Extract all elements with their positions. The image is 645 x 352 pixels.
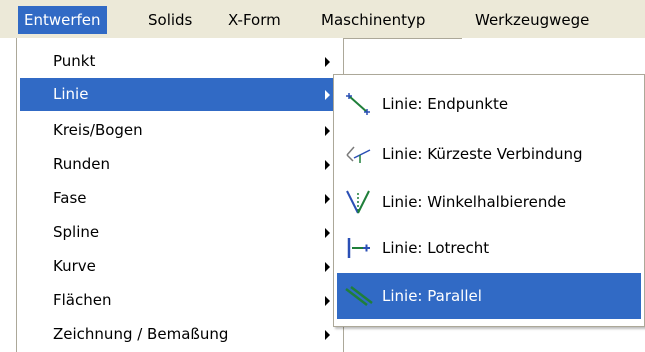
menu-x-form[interactable]: X-Form	[222, 6, 287, 34]
line-perpendicular-icon	[347, 238, 370, 258]
menu-item-label: Fase	[53, 189, 87, 207]
submenu-item-linie-endpunkte[interactable]: Linie: Endpunkte	[337, 81, 641, 127]
submenu-item-label: Linie: Winkelhalbierende	[382, 193, 567, 211]
menu-item-label: Punkt	[53, 52, 96, 70]
submenu-item-linie-parallel[interactable]: Linie: Parallel	[337, 273, 641, 319]
submenu-arrow-icon	[325, 330, 330, 340]
menu-item-kurve[interactable]: Kurve	[20, 250, 340, 283]
menu-item-kreis-bogen[interactable]: Kreis/Bogen	[20, 114, 340, 147]
line-parallel-icon	[345, 286, 373, 306]
line-endpoints-icon	[346, 93, 370, 115]
entwerfen-dropdown: Punkt Linie Kreis/Bogen Runden Fase Spli…	[16, 38, 344, 352]
linie-submenu: Linie: Endpunkte Linie: Kürzeste Verbind…	[333, 74, 645, 327]
menu-item-fase[interactable]: Fase	[20, 182, 340, 215]
menu-item-label: Kreis/Bogen	[53, 121, 143, 139]
menu-item-linie[interactable]: Linie	[20, 78, 340, 111]
submenu-arrow-icon	[325, 296, 330, 306]
submenu-arrow-icon	[325, 126, 330, 136]
menu-item-runden[interactable]: Runden	[20, 148, 340, 181]
submenu-item-label: Linie: Lotrecht	[382, 239, 490, 257]
submenu-arrow-icon	[325, 262, 330, 272]
menu-maschinentyp[interactable]: Maschinentyp	[315, 6, 431, 34]
menu-entwerfen[interactable]: Entwerfen	[18, 6, 107, 34]
line-angle-bisector-icon	[346, 190, 370, 214]
submenu-item-label: Linie: Parallel	[382, 287, 482, 305]
line-shortest-connection-icon	[346, 146, 371, 163]
menu-item-spline[interactable]: Spline	[20, 216, 340, 249]
menu-item-punkt[interactable]: Punkt	[20, 45, 340, 78]
submenu-item-label: Linie: Endpunkte	[382, 95, 509, 113]
menu-item-flaechen[interactable]: Flächen	[20, 284, 340, 317]
menu-item-label: Zeichnung / Bemaßung	[53, 325, 229, 343]
submenu-arrow-icon	[325, 228, 330, 238]
menu-item-label: Linie	[53, 85, 89, 103]
menu-item-label: Kurve	[53, 257, 96, 275]
menu-werkzeugwege[interactable]: Werkzeugwege	[469, 6, 595, 34]
menu-item-label: Spline	[53, 223, 100, 241]
submenu-arrow-icon	[325, 90, 330, 100]
submenu-item-linie-kuerzeste-verbindung[interactable]: Linie: Kürzeste Verbindung	[337, 131, 641, 177]
menu-item-zeichnung-bemassung[interactable]: Zeichnung / Bemaßung	[20, 318, 340, 351]
menu-item-label: Flächen	[53, 291, 112, 309]
menu-bar: Entwerfen Solids X-Form Maschinentyp Wer…	[0, 0, 645, 38]
submenu-item-label: Linie: Kürzeste Verbindung	[382, 145, 583, 163]
submenu-item-linie-winkelhalbierende[interactable]: Linie: Winkelhalbierende	[337, 179, 641, 225]
submenu-arrow-icon	[325, 160, 330, 170]
submenu-arrow-icon	[325, 194, 330, 204]
menu-item-label: Runden	[53, 155, 111, 173]
menu-solids[interactable]: Solids	[142, 6, 198, 34]
submenu-item-linie-lotrecht[interactable]: Linie: Lotrecht	[337, 225, 641, 271]
submenu-arrow-icon	[325, 57, 330, 67]
